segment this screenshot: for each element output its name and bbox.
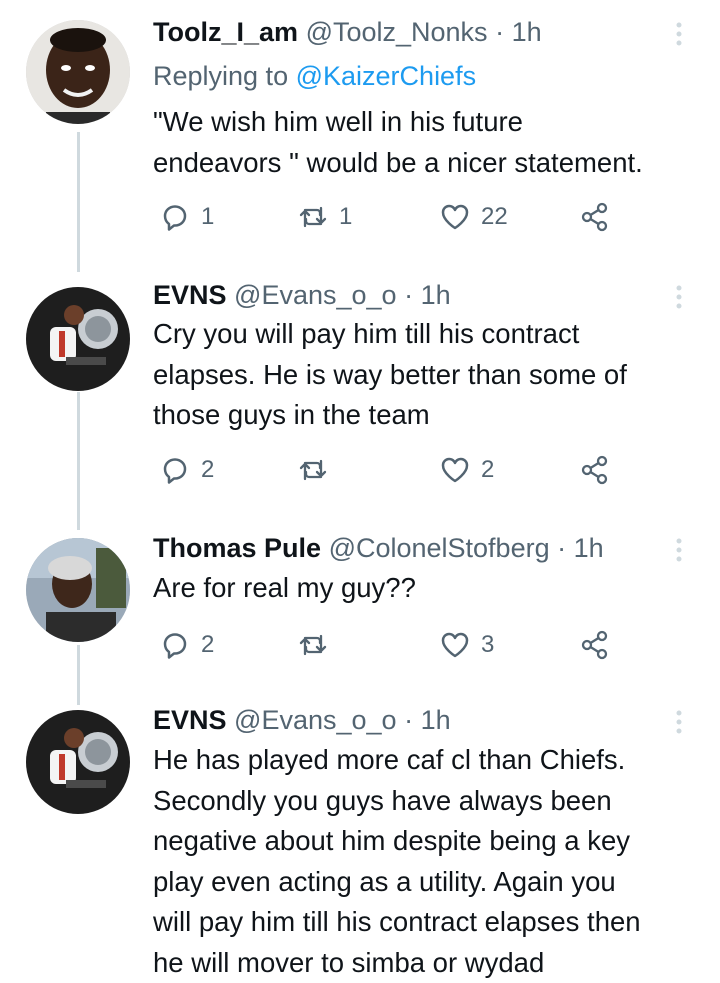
tweet-text-line: will pay him till his contract elapses t… xyxy=(153,902,713,943)
retweet-icon xyxy=(297,454,329,486)
more-icon[interactable] xyxy=(664,707,694,737)
separator: · xyxy=(404,280,413,310)
separator: · xyxy=(495,17,504,47)
tweet-text-line: play even acting as a utility. Again you xyxy=(153,862,713,903)
user-handle[interactable]: @ColonelStofberg xyxy=(329,533,550,563)
avatar[interactable] xyxy=(26,538,130,642)
separator: · xyxy=(557,533,566,563)
avatar[interactable] xyxy=(26,710,130,814)
more-icon[interactable] xyxy=(664,19,694,49)
like-button[interactable]: 22 xyxy=(439,197,508,237)
like-icon xyxy=(439,201,471,233)
reply-count: 2 xyxy=(201,456,214,484)
tweet-header: Toolz_I_am @Toolz_Nonks · 1h xyxy=(153,15,542,49)
more-icon[interactable] xyxy=(664,535,694,565)
tweet-text-line: negative about him despite being a key xyxy=(153,821,713,862)
tweet-text: He has played more caf cl than Chiefs. S… xyxy=(153,740,713,983)
display-name[interactable]: Thomas Pule xyxy=(153,533,321,563)
like-button[interactable]: 2 xyxy=(439,450,494,490)
tweet-header: EVNS @Evans_o_o · 1h xyxy=(153,703,451,737)
tweet-header: Thomas Pule @ColonelStofberg · 1h xyxy=(153,531,604,565)
retweet-button[interactable]: 1 xyxy=(297,197,352,237)
like-count: 22 xyxy=(481,203,508,231)
timestamp[interactable]: 1h xyxy=(421,705,451,735)
share-icon xyxy=(579,454,611,486)
timestamp[interactable]: 1h xyxy=(574,533,604,563)
tweet-text-line: those guys in the team xyxy=(153,395,713,436)
display-name[interactable]: Toolz_I_am xyxy=(153,17,298,47)
reply-icon xyxy=(159,201,191,233)
reply-count: 1 xyxy=(201,203,214,231)
display-name[interactable]: EVNS xyxy=(153,280,227,310)
reply-button[interactable]: 1 xyxy=(159,197,214,237)
like-icon xyxy=(439,629,471,661)
tweet-text-line: He has played more caf cl than Chiefs. xyxy=(153,740,713,781)
user-handle[interactable]: @Toolz_Nonks xyxy=(306,17,488,47)
tweet-text-line: Secondly you guys have always been xyxy=(153,781,713,822)
avatar-image xyxy=(26,287,130,391)
replying-to: Replying to @KaizerChiefs xyxy=(153,59,476,93)
reply-icon xyxy=(159,629,191,661)
reply-button[interactable]: 2 xyxy=(159,450,214,490)
display-name[interactable]: EVNS xyxy=(153,705,227,735)
tweet-text-line: Cry you will pay him till his contract xyxy=(153,314,713,355)
replying-label: Replying to xyxy=(153,61,288,91)
share-icon xyxy=(579,629,611,661)
retweet-icon xyxy=(297,201,329,233)
tweet-text: Are for real my guy?? xyxy=(153,568,713,609)
like-count: 2 xyxy=(481,456,494,484)
share-button[interactable] xyxy=(579,197,611,237)
tweet-text-line: elapses. He is way better than some of xyxy=(153,355,713,396)
like-count: 3 xyxy=(481,631,494,659)
separator: · xyxy=(404,705,413,735)
tweet-header: EVNS @Evans_o_o · 1h xyxy=(153,278,451,312)
avatar-image xyxy=(26,20,130,124)
tweet-text: "We wish him well in his future endeavor… xyxy=(153,102,713,183)
tweet-actions: 2 2 xyxy=(153,450,673,490)
share-button[interactable] xyxy=(579,450,611,490)
avatar-image xyxy=(26,538,130,642)
avatar[interactable] xyxy=(26,20,130,124)
more-icon[interactable] xyxy=(664,282,694,312)
share-icon xyxy=(579,201,611,233)
timestamp[interactable]: 1h xyxy=(421,280,451,310)
like-icon xyxy=(439,454,471,486)
tweet-actions: 1 1 22 xyxy=(153,197,673,237)
tweet-text: Cry you will pay him till his contract e… xyxy=(153,314,713,436)
tweet-text-line: Are for real my guy?? xyxy=(153,568,713,609)
retweet-icon xyxy=(297,629,329,661)
user-handle[interactable]: @Evans_o_o xyxy=(234,280,397,310)
thread-line xyxy=(77,132,80,272)
share-button[interactable] xyxy=(579,625,611,665)
thread-line xyxy=(77,392,80,530)
reply-count: 2 xyxy=(201,631,214,659)
retweet-count: 1 xyxy=(339,203,352,231)
tweet-text-line: endeavors " would be a nicer statement. xyxy=(153,143,713,184)
timestamp[interactable]: 1h xyxy=(512,17,542,47)
replying-to-link[interactable]: @KaizerChiefs xyxy=(296,61,476,91)
tweet-text-line: "We wish him well in his future xyxy=(153,102,713,143)
reply-button[interactable]: 2 xyxy=(159,625,214,665)
retweet-button[interactable] xyxy=(297,450,329,490)
reply-icon xyxy=(159,454,191,486)
avatar-image xyxy=(26,710,130,814)
user-handle[interactable]: @Evans_o_o xyxy=(234,705,397,735)
like-button[interactable]: 3 xyxy=(439,625,494,665)
tweet-actions: 2 3 xyxy=(153,625,673,665)
thread-line xyxy=(77,645,80,705)
retweet-button[interactable] xyxy=(297,625,329,665)
avatar[interactable] xyxy=(26,287,130,391)
